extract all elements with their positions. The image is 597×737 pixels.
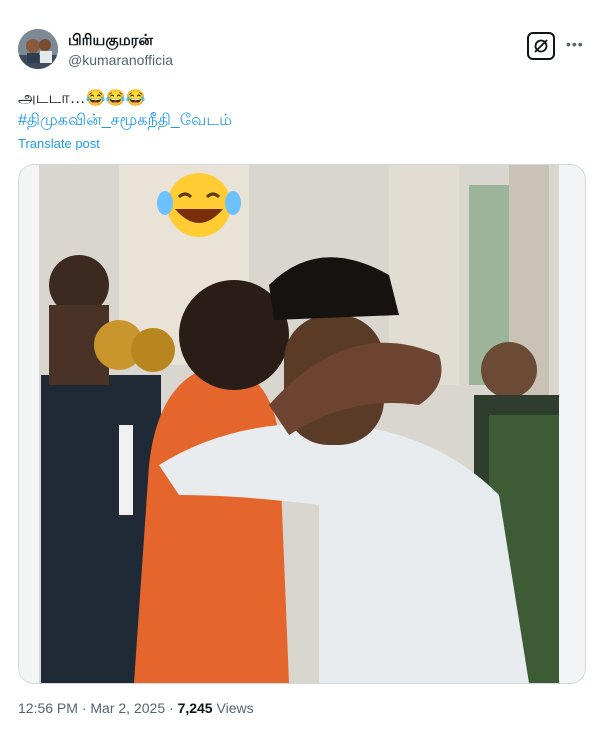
display-name[interactable]: பிரியகுமரன் [68, 32, 153, 51]
views-label: Views [212, 700, 254, 716]
grok-icon [534, 39, 548, 53]
hashtag-link[interactable]: #திமுகவின்_சமூகநீதி_வேடம் [18, 110, 232, 132]
post-image[interactable] [18, 164, 586, 684]
post-meta: 12:56 PM · Mar 2, 2025 · 7,245 Views [18, 700, 254, 716]
avatar-image [18, 29, 58, 69]
more-button[interactable]: ••• [566, 36, 584, 52]
post-time[interactable]: 12:56 PM [18, 700, 78, 716]
avatar[interactable] [18, 29, 58, 69]
post-date[interactable]: Mar 2, 2025 [90, 700, 165, 716]
translate-link[interactable]: Translate post [18, 136, 100, 151]
views-count: 7,245 [177, 700, 213, 716]
meta-separator: · [165, 700, 178, 716]
grok-button[interactable] [527, 32, 555, 60]
meta-separator: · [77, 700, 91, 716]
post-text: அடடா…😂😂😂 [18, 90, 146, 107]
more-icon: ••• [566, 36, 584, 52]
user-handle[interactable]: @kumaranofficia [68, 52, 173, 68]
post-photo [19, 165, 585, 683]
